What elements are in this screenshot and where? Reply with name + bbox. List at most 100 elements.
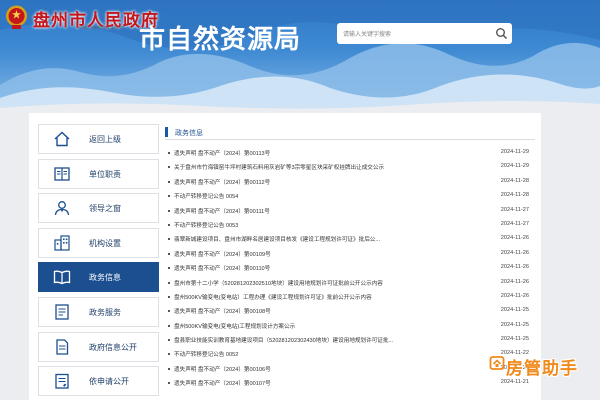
news-title[interactable]: 遗失声明 盘不动产（2024）第00110号 [174,264,270,272]
news-item[interactable]: 遗失声明 盘不动产（2024）第00111号 2024-11-27 [165,204,535,218]
news-title[interactable]: 遗失声明 盘不动产（2024）第00109号 [174,250,271,258]
site-header: 盘州市人民政府 www.panzhou.gov.cn 市自然资源局 [0,0,600,112]
watermark-text: 房管助手 [506,359,578,379]
search-input[interactable] [337,24,477,46]
news-section: 政务信息 遗失声明 盘不动产（2024）第00113号 2024-11-29 关于… [165,124,535,391]
news-date: 2024-11-26 [500,278,529,285]
watermark: 房管助手 [486,354,596,379]
news-item[interactable]: 翡翠新城建设项目、盘州市湖畔名居建设项目核发《建设工程规划许可证》批后公... 2… [165,232,535,246]
news-date: 2024-11-26 [500,235,529,242]
sidebar-item-services[interactable]: 政务服务 [38,296,159,327]
bullet-icon [168,252,170,255]
news-item[interactable]: 关于盘州市竹海镇窑牛坪村建筑石料用灰岩矿等3宗零星区块采矿权挂牌出让成交公示 20… [165,160,535,174]
news-title[interactable]: 遗失声明 盘不动产（2024）第00113号 [174,149,270,157]
sidebar-item-label: 政务服务 [89,307,121,317]
news-item[interactable]: 遗失声明 盘不动产（2024）第00106号 2024-11-21 [165,362,535,376]
sidebar-item-label: 依申请公开 [89,377,129,387]
news-item[interactable]: 不动产转移登记公告 0052 2024-11-22 [165,347,535,361]
news-date: 2024-11-29 [500,163,529,170]
sidebar-item-label: 单位职责 [89,169,121,179]
bullet-icon [168,166,170,169]
bullet-icon [168,152,170,154]
news-title[interactable]: 不动产转移登记公告 0054 [174,192,238,200]
bullet-icon [168,238,170,241]
news-date: 2024-11-25 [500,307,529,314]
news-item[interactable]: 遗失声明 盘不动产（2024）第00109号 2024-11-26 [165,247,535,261]
news-list: 遗失声明 盘不动产（2024）第00113号 2024-11-29 关于盘州市竹海… [165,146,535,391]
news-title[interactable]: 盘州市第十二小学（520281202302510地块）建设用地规划许可证批前公开… [174,279,383,287]
news-item[interactable]: 遗失声明 盘不动产（2024）第00108号 2024-11-25 [165,304,535,318]
sidebar-item-organization[interactable]: 机构设置 [38,227,159,258]
news-item[interactable]: 不动产转移登记公告 0054 2024-11-28 [165,189,535,203]
search-icon[interactable] [495,27,508,40]
house-helper-icon [489,356,505,370]
news-title[interactable]: 不动产转移登记公告 0053 [174,221,238,229]
bullet-icon [168,223,170,226]
open-book-icon [53,270,71,285]
news-date: 2024-11-26 [500,249,529,256]
news-title[interactable]: 遗失声明 盘不动产（2024）第00106号 [174,365,271,373]
news-title[interactable]: 翡翠新城建设项目、盘州市湖畔名居建设项目核发《建设工程规划许可证》批后公... [174,235,380,243]
site-domain: www.panzhou.gov.cn [78,25,125,31]
news-item[interactable]: 盘州市第十二小学（520281202302510地块）建设用地规划许可证批前公开… [165,276,535,290]
document-icon [56,338,69,355]
sidebar-nav: 返回上级 单位职责 领导之窗 机构设置 政务信息 政务服务 政府信息公开 依申请… [38,124,159,400]
bullet-icon [168,180,170,183]
sidebar-item-leaders[interactable]: 领导之窗 [38,193,159,224]
news-item[interactable]: 遗失声明 盘不动产（2024）第00110号 2024-11-26 [165,261,535,275]
bullet-icon [168,195,170,198]
sidebar-item-info-disclosure[interactable]: 政府信息公开 [38,331,159,362]
news-item[interactable]: 盘州500KV输变电(变电站）工程办理《建设工程规划许可证》批前公开公示内容 20… [165,290,535,304]
national-emblem-icon [6,5,27,29]
building-icon [54,235,70,251]
bullet-icon [168,367,170,370]
news-title[interactable]: 盘州500KV输变电(变电站）工程办理《建设工程规划许可证》批前公开公示内容 [174,293,372,301]
news-date: 2024-11-27 [500,206,529,213]
news-title[interactable]: 盘县职业技能实训教育基地建设项目（520281202302430地块）建设用地规… [174,336,393,344]
news-title[interactable]: 盘州500KV输变电(变电站)工程规划设计方案公示 [174,322,295,330]
sidebar-item-label: 领导之窗 [89,204,121,214]
sidebar-item-request-disclosure[interactable]: 依申请公开 [38,366,159,397]
sidebar-item-label: 返回上级 [89,135,121,144]
sidebar-item-label: 机构设置 [89,238,121,248]
news-date: 2024-11-25 [500,321,529,328]
news-date: 2024-11-26 [500,264,529,271]
news-date: 2024-11-27 [500,220,529,227]
book-icon [54,166,70,181]
sidebar-item-government-info[interactable]: 政务信息 [38,262,159,293]
news-item[interactable]: 遗失声明 盘不动产（2024）第00113号 2024-11-29 [165,146,535,160]
news-item[interactable]: 遗失声明 盘不动产（2024）第00112号 2024-11-28 [165,175,535,189]
search-box [337,23,512,46]
bullet-icon [168,353,170,356]
sidebar-item-duties[interactable]: 单位职责 [38,158,159,189]
bullet-icon [168,310,170,313]
news-title[interactable]: 遗失声明 盘不动产（2024）第00111号 [174,207,270,215]
news-title[interactable]: 遗失声明 盘不动产（2024）第00107号 [174,379,271,387]
news-date: 2024-11-28 [500,192,529,199]
news-title[interactable]: 遗失声明 盘不动产（2024）第00112号 [174,178,270,186]
sidebar-item-back[interactable]: 返回上级 [38,124,159,154]
sidebar-item-label: 政府信息公开 [89,342,137,352]
bullet-icon [168,382,170,385]
news-date: 2024-11-29 [500,149,529,155]
sidebar-item-label: 政务信息 [89,273,121,283]
news-item[interactable]: 遗失声明 盘不动产（2024）第00107号 2024-11-21 [165,376,535,390]
news-date: 2024-11-26 [500,292,529,299]
news-item[interactable]: 盘县职业技能实训教育基地建设项目（520281202302430地块）建设用地规… [165,333,535,347]
bullet-icon [168,267,170,270]
news-title[interactable]: 关于盘州市竹海镇窑牛坪村建筑石料用灰岩矿等3宗零星区块采矿权挂牌出让成交公示 [174,163,384,171]
section-header: 政务信息 [165,124,535,140]
news-item[interactable]: 盘州500KV输变电(变电站)工程规划设计方案公示 2024-11-25 [165,319,535,333]
bullet-icon [168,324,170,327]
bullet-icon [168,295,170,298]
news-title[interactable]: 遗失声明 盘不动产（2024）第00108号 [174,307,271,315]
news-date: 2024-11-21 [500,379,529,386]
news-title[interactable]: 不动产转移登记公告 0052 [174,350,238,358]
leader-icon [54,201,70,216]
news-date: 2024-11-25 [500,336,529,343]
bureau-title: 市自然资源局 [139,25,302,55]
news-item[interactable]: 不动产转移登记公告 0053 2024-11-27 [165,218,535,232]
section-marker [165,127,168,137]
form-icon [55,374,69,389]
bullet-icon [168,339,170,342]
